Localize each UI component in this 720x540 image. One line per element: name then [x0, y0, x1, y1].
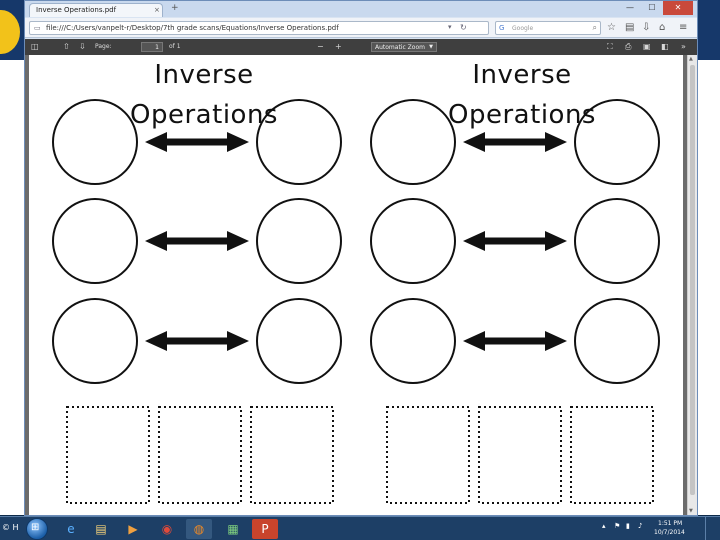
- worksheet-graphics: [52, 99, 660, 504]
- print-icon[interactable]: ⎙: [625, 42, 631, 52]
- blank-circle-left-2b: [256, 198, 342, 284]
- tools-icon[interactable]: »: [681, 42, 686, 52]
- tab-inverse-operations[interactable]: Inverse Operations.pdf ×: [29, 3, 163, 17]
- blank-circle-right-2b: [574, 198, 660, 284]
- sidebar-toggle-icon[interactable]: ◫: [31, 42, 39, 52]
- show-hidden-icons[interactable]: ▴: [602, 522, 606, 530]
- zoom-in-button[interactable]: +: [335, 42, 342, 52]
- search-input[interactable]: G Google ⌕: [495, 21, 601, 35]
- search-placeholder: Google: [512, 25, 534, 32]
- page-number-input[interactable]: 1: [141, 42, 163, 52]
- search-icon[interactable]: ⌕: [593, 23, 597, 33]
- double-arrow-icon: [463, 331, 567, 351]
- windows-logo-icon: ⊞: [31, 522, 40, 533]
- save-icon[interactable]: ▣: [643, 42, 651, 52]
- double-arrow-icon: [145, 132, 249, 152]
- pdf-viewer[interactable]: Inverse Operations Inverse Operations: [25, 55, 687, 515]
- double-arrow-icon: [145, 231, 249, 251]
- vertical-scrollbar[interactable]: ▲ ▼: [687, 55, 697, 515]
- menu-icon[interactable]: ≡: [679, 21, 687, 35]
- window-controls: — ☐ ✕: [619, 1, 693, 15]
- maximize-button[interactable]: ☐: [641, 1, 663, 15]
- scroll-up-icon[interactable]: ▲: [689, 56, 693, 62]
- blank-circle-left-3a: [52, 298, 138, 384]
- blank-box-left-1: [66, 406, 150, 504]
- blank-circle-right-1b: [574, 99, 660, 185]
- pdf-toolbar: ◫ ⇧ ⇩ Page: 1 of 1 − + Automatic Zoom ▼ …: [25, 39, 697, 55]
- new-tab-button[interactable]: +: [171, 3, 179, 13]
- home-icon[interactable]: ⌂: [659, 21, 665, 35]
- blank-box-right-3: [570, 406, 654, 504]
- blank-circle-left-1a: [52, 99, 138, 185]
- chrome-icon[interactable]: ◉: [154, 519, 180, 539]
- navigation-bar: ▭ file:///C:/Users/vanpelt-r/Desktop/7th…: [25, 18, 697, 38]
- tab-close-icon[interactable]: ×: [154, 6, 160, 14]
- firefox-icon[interactable]: ◍: [186, 519, 212, 539]
- powerpoint-icon[interactable]: P: [252, 519, 278, 539]
- volume-icon[interactable]: ♪: [638, 522, 642, 530]
- blank-box-left-3: [250, 406, 334, 504]
- blank-circle-left-2a: [52, 198, 138, 284]
- pdf-page: Inverse Operations Inverse Operations: [29, 55, 683, 515]
- address-bar[interactable]: ▭ file:///C:/Users/vanpelt-r/Desktop/7th…: [29, 21, 489, 35]
- browser-window: Inverse Operations.pdf × + — ☐ ✕ ▭ file:…: [24, 0, 698, 516]
- clock-date[interactable]: 10/7/2014: [654, 529, 685, 536]
- zoom-value: Automatic Zoom: [375, 44, 425, 51]
- double-arrow-icon: [463, 132, 567, 152]
- reading-list-icon[interactable]: ▤: [625, 21, 634, 35]
- zoom-out-button[interactable]: −: [317, 42, 324, 52]
- blank-circle-left-3b: [256, 298, 342, 384]
- fullscreen-icon[interactable]: ⛶: [607, 42, 613, 52]
- minimize-button[interactable]: —: [619, 1, 641, 15]
- title-bar: Inverse Operations.pdf × + — ☐ ✕: [25, 1, 697, 17]
- double-arrow-icon: [145, 331, 249, 351]
- desktop-margin-left: [0, 60, 24, 515]
- file-icon: ▭: [34, 24, 41, 32]
- reload-icon[interactable]: ↻: [460, 23, 467, 32]
- clock-time[interactable]: 1:51 PM: [658, 520, 682, 527]
- scroll-down-icon[interactable]: ▼: [689, 508, 693, 514]
- blank-box-right-1: [386, 406, 470, 504]
- page-label: Page:: [95, 43, 112, 50]
- screen: Inverse Operations.pdf × + — ☐ ✕ ▭ file:…: [0, 0, 720, 540]
- chevron-down-icon[interactable]: ▾: [448, 23, 452, 31]
- next-page-icon[interactable]: ⇩: [79, 42, 86, 52]
- desktop-margin-right: [698, 60, 720, 515]
- blank-circle-right-3a: [370, 298, 456, 384]
- download-icon[interactable]: ⇩: [642, 21, 650, 35]
- network-icon[interactable]: ▮: [626, 522, 630, 530]
- action-center-icon[interactable]: ⚑: [614, 522, 620, 530]
- system-tray: ▴ ⚑ ▮ ♪ 1:51 PM 10/7/2014: [600, 519, 700, 539]
- zoom-select[interactable]: Automatic Zoom ▼: [371, 42, 437, 52]
- google-icon: G: [499, 24, 505, 32]
- taskbar: © H ⊞ e ▤ ▶ ◉ ◍ ▦ P ▴ ⚑ ▮ ♪ 1:51 PM 10/7…: [0, 516, 720, 540]
- app-icon[interactable]: ▦: [220, 519, 246, 539]
- tab-title: Inverse Operations.pdf: [36, 6, 117, 14]
- corner-text: © H: [2, 523, 19, 532]
- blank-circle-left-1b: [256, 99, 342, 185]
- file-explorer-icon[interactable]: ▤: [88, 519, 114, 539]
- page-count: of 1: [169, 43, 181, 50]
- url-text: file:///C:/Users/vanpelt-r/Desktop/7th g…: [46, 24, 339, 32]
- blank-circle-right-3b: [574, 298, 660, 384]
- internet-explorer-icon[interactable]: e: [58, 519, 84, 539]
- previous-page-icon[interactable]: ⇧: [63, 42, 70, 52]
- show-desktop-button[interactable]: [705, 517, 720, 540]
- chevron-down-icon: ▼: [429, 44, 433, 50]
- star-icon[interactable]: ☆: [607, 21, 616, 35]
- blank-circle-right-2a: [370, 198, 456, 284]
- scroll-thumb[interactable]: [690, 65, 695, 495]
- close-button[interactable]: ✕: [663, 1, 693, 15]
- blank-box-right-2: [478, 406, 562, 504]
- media-player-icon[interactable]: ▶: [120, 519, 146, 539]
- blank-circle-right-1a: [370, 99, 456, 185]
- double-arrow-icon: [463, 231, 567, 251]
- bookmark-icon[interactable]: ◧: [661, 42, 669, 52]
- blank-box-left-2: [158, 406, 242, 504]
